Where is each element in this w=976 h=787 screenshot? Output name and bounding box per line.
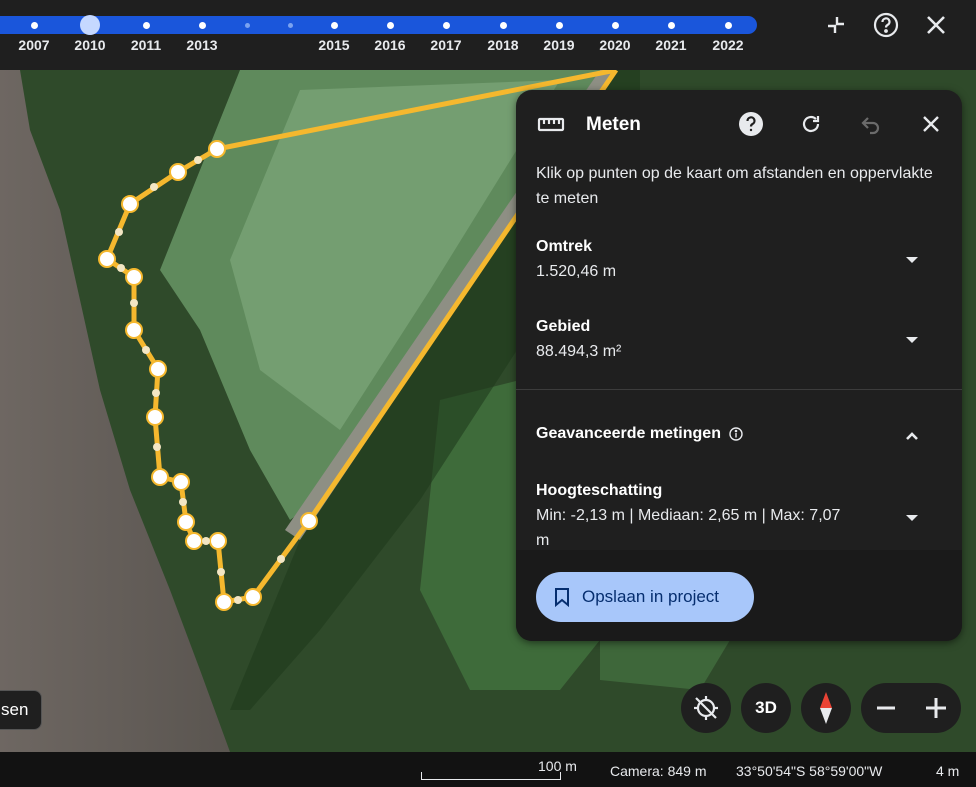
3d-label: 3D [755, 698, 777, 717]
scale-bar [421, 772, 561, 780]
panel-title: Meten [586, 114, 641, 135]
timeline-year[interactable]: 2011 [131, 37, 161, 53]
timeline-year[interactable]: 2020 [599, 37, 630, 53]
perimeter-label: Omtrek [536, 238, 593, 255]
location-off-button[interactable] [681, 683, 731, 733]
info-icon[interactable] [729, 427, 743, 441]
timeline-year[interactable]: 2021 [655, 37, 686, 53]
timeline-year[interactable]: 2013 [186, 37, 217, 53]
timeline-dot[interactable] [668, 22, 675, 29]
timeline-dot[interactable] [443, 22, 450, 29]
3d-toggle-button[interactable]: 3D [741, 683, 791, 733]
timeline-dot[interactable] [725, 22, 732, 29]
timeline-year[interactable]: 2016 [374, 37, 405, 53]
coordinates: 33°50'54"S 58°59'00"W [736, 763, 883, 779]
timeline-year[interactable]: 2019 [543, 37, 574, 53]
collapse-icon[interactable] [821, 10, 851, 40]
advanced-label: Geavanceerde metingen [536, 425, 721, 442]
timeline-year[interactable]: 2017 [430, 37, 461, 53]
timeline-dot[interactable] [143, 22, 150, 29]
timeline-dot[interactable] [288, 23, 293, 28]
layer-button[interactable]: sen [0, 690, 42, 730]
timeline-dot[interactable] [31, 22, 38, 29]
compass-button[interactable] [801, 683, 851, 733]
timeline-dot[interactable] [612, 22, 619, 29]
camera-altitude: Camera: 849 m [610, 763, 707, 779]
height-value: Min: -2,13 m | Mediaan: 2,65 m | Max: 7,… [536, 507, 841, 549]
chevron-down-icon[interactable] [902, 330, 922, 350]
chevron-down-icon[interactable] [902, 508, 922, 528]
divider [516, 389, 962, 390]
location-off-icon [694, 696, 718, 720]
advanced-measurements-header[interactable]: Geavanceerde metingen [536, 425, 942, 443]
perimeter-section[interactable]: Omtrek 1.520,46 m [536, 238, 942, 281]
height-label: Hoogteschatting [536, 482, 663, 499]
timeline-dot[interactable] [245, 23, 250, 28]
chevron-up-icon[interactable] [902, 426, 922, 446]
save-button-label: Opslaan in project [582, 587, 720, 606]
height-estimate-section[interactable]: Hoogteschatting Min: -2,13 m | Mediaan: … [536, 482, 842, 553]
zoom-controls [861, 683, 961, 733]
zoom-out-button[interactable] [873, 695, 899, 721]
measure-panel: Meten Klik op punten op de kaart om afst… [516, 90, 962, 641]
close-icon[interactable] [916, 109, 946, 139]
undo-icon[interactable] [856, 109, 886, 139]
timeline-year-selected[interactable]: 2010 [74, 37, 105, 53]
timeline-dot[interactable] [500, 22, 507, 29]
help-icon[interactable] [736, 109, 766, 139]
close-icon[interactable] [921, 10, 951, 40]
layer-button-label: sen [1, 700, 29, 719]
reset-icon[interactable] [796, 109, 826, 139]
chevron-down-icon[interactable] [902, 250, 922, 270]
timeline-year[interactable]: 2015 [318, 37, 349, 53]
timeline-year[interactable]: 2018 [487, 37, 518, 53]
timeline-dot[interactable] [556, 22, 563, 29]
compass-icon [820, 692, 832, 724]
timeline-track[interactable] [0, 16, 757, 34]
timeline-dot[interactable] [199, 22, 206, 29]
instructions-text: Klik op punten op de kaart om afstanden … [536, 165, 933, 207]
timeline-selected-dot[interactable] [80, 15, 100, 35]
timeline-dot[interactable] [387, 22, 394, 29]
zoom-in-button[interactable] [923, 695, 949, 721]
area-section[interactable]: Gebied 88.494,3 m² [536, 318, 942, 361]
timeline-year[interactable]: 2022 [712, 37, 743, 53]
ruler-icon [536, 109, 566, 139]
timeline-year[interactable]: 2007 [18, 37, 49, 53]
save-to-project-button[interactable]: Opslaan in project [536, 572, 754, 622]
perimeter-value: 1.520,46 m [536, 263, 617, 280]
elevation: 4 m [936, 763, 960, 779]
bookmark-icon [554, 587, 570, 612]
area-value: 88.494,3 m² [536, 343, 622, 360]
help-icon[interactable] [871, 10, 901, 40]
timeline-dot[interactable] [331, 22, 338, 29]
timeline-bar: 2007 2010 2011 2013 2015 2016 2017 2018 … [0, 0, 976, 70]
area-label: Gebied [536, 318, 591, 335]
